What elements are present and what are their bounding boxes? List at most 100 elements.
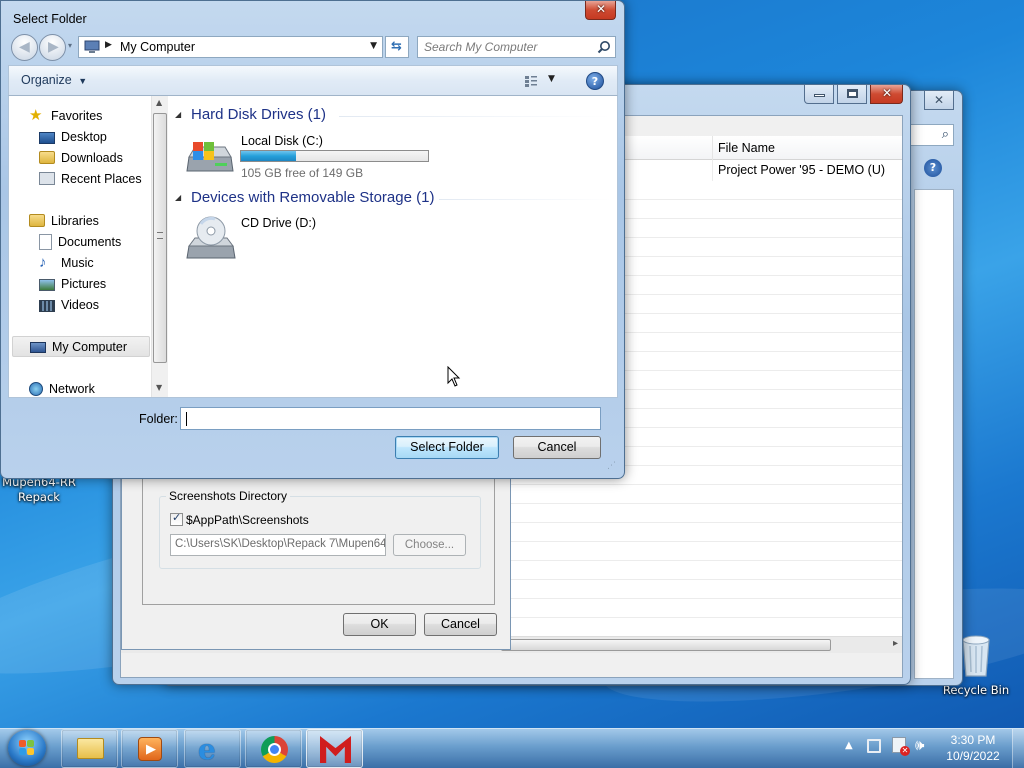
- help-icon[interactable]: ?: [586, 72, 604, 90]
- cancel-label: Cancel: [441, 617, 480, 631]
- group-header-hard-disks[interactable]: Hard Disk Drives (1): [191, 106, 326, 123]
- drive-usage-bar: [240, 150, 429, 162]
- cancel-button[interactable]: Cancel: [513, 436, 601, 459]
- nav-scrollbar[interactable]: ▲ ▼: [151, 96, 168, 397]
- content-pane[interactable]: ◢ Hard Disk Drives (1) Local Disk (C:) 1…: [169, 96, 618, 397]
- music-icon: ♪: [39, 253, 47, 271]
- nav-item-desktop[interactable]: Desktop: [39, 126, 107, 147]
- show-desktop-button[interactable]: [1012, 729, 1024, 768]
- collapse-icon[interactable]: ◢: [175, 193, 181, 202]
- change-view-button[interactable]: ▼: [523, 73, 559, 89]
- select-folder-label: Select Folder: [410, 440, 484, 454]
- grip-icon: [157, 232, 163, 239]
- select-folder-button[interactable]: Select Folder: [395, 436, 499, 459]
- search-box[interactable]: Search My Computer: [417, 36, 616, 58]
- background-content: [914, 189, 954, 679]
- close-button[interactable]: ✕: [585, 1, 616, 20]
- group-divider: [339, 116, 611, 117]
- scrollbar-thumb[interactable]: [501, 639, 831, 651]
- start-button[interactable]: [4, 729, 50, 767]
- drive-name: CD Drive (D:): [241, 216, 316, 230]
- help-icon[interactable]: ?: [924, 159, 942, 177]
- nav-item-recent-places[interactable]: Recent Places: [39, 168, 142, 189]
- refresh-icon: ⇆: [391, 39, 402, 54]
- desktop-icon-mupen[interactable]: Mupen64-RR Repack: [0, 475, 78, 505]
- breadcrumb-separator-icon[interactable]: ▶: [105, 40, 112, 50]
- select-folder-dialog[interactable]: Select Folder ✕ ◀ ▶ ▾ ▶ My Computer ▼ ⇆ …: [0, 0, 625, 479]
- scrollbar-thumb[interactable]: [153, 113, 167, 363]
- recent-pages-icon[interactable]: ▾: [68, 41, 72, 50]
- nav-item-libraries[interactable]: Libraries: [29, 210, 99, 231]
- downloads-icon: [39, 151, 55, 164]
- recycle-bin-icon: [962, 635, 990, 677]
- maximize-button[interactable]: [837, 85, 867, 104]
- group-header-removable[interactable]: Devices with Removable Storage (1): [191, 189, 434, 206]
- navigation-pane[interactable]: ★ Favorites Desktop Downloads Recent Pla…: [9, 96, 169, 397]
- media-player-icon: ▶: [138, 737, 162, 761]
- collapse-icon[interactable]: ◢: [175, 110, 181, 119]
- nav-label: Videos: [61, 297, 99, 312]
- taskbar-explorer-button[interactable]: [61, 729, 118, 768]
- nav-item-network[interactable]: Network: [29, 378, 95, 399]
- chevron-down-icon: ▼: [548, 74, 555, 84]
- address-dropdown-icon[interactable]: ▼: [370, 41, 377, 51]
- taskbar-media-player-button[interactable]: ▶: [121, 729, 178, 768]
- folder-input[interactable]: [180, 407, 601, 430]
- close-button[interactable]: ✕: [924, 91, 954, 110]
- minimize-icon: [814, 94, 825, 97]
- screenshots-checkbox-label[interactable]: $AppPath\Screenshots: [186, 513, 309, 527]
- nav-label: Documents: [58, 234, 122, 249]
- nav-item-downloads[interactable]: Downloads: [39, 147, 123, 168]
- scroll-up-icon[interactable]: ▲: [156, 98, 162, 107]
- nav-label: Libraries: [51, 213, 99, 228]
- drive-name: Local Disk (C:): [241, 134, 323, 148]
- scroll-down-icon[interactable]: ▼: [156, 383, 162, 392]
- taskbar-chrome-button[interactable]: [245, 729, 302, 768]
- hard-drive-icon: [186, 142, 234, 172]
- nav-item-pictures[interactable]: Pictures: [39, 273, 106, 294]
- back-button[interactable]: ◀: [11, 34, 38, 61]
- drive-free-space: 105 GB free of 149 GB: [241, 166, 364, 180]
- folder-icon: [77, 738, 104, 759]
- search-input[interactable]: Search My Computer: [424, 40, 537, 54]
- minimize-button[interactable]: [804, 85, 834, 104]
- choose-button[interactable]: Choose...: [393, 534, 466, 556]
- nav-label: Pictures: [61, 276, 107, 291]
- scroll-right-icon[interactable]: ▸: [893, 638, 898, 649]
- taskbar-mupen-button[interactable]: [306, 729, 363, 768]
- organize-button[interactable]: Organize ▼: [21, 73, 87, 89]
- nav-item-favorites[interactable]: ★ Favorites: [29, 105, 102, 126]
- screenshots-checkbox[interactable]: ✓: [170, 511, 183, 526]
- mouse-cursor-icon: [447, 366, 461, 387]
- close-button[interactable]: ✕: [870, 85, 903, 104]
- drive-item-local-disk[interactable]: Local Disk (C:) 105 GB free of 149 GB: [185, 131, 445, 181]
- refresh-button[interactable]: ⇆: [385, 36, 409, 58]
- column-header-file-name[interactable]: File Name: [718, 141, 775, 155]
- search-box[interactable]: ⌕: [904, 124, 954, 146]
- settings-dialog[interactable]: Screenshots Directory ✓ $AppPath\Screens…: [121, 470, 511, 650]
- cancel-button[interactable]: Cancel: [424, 613, 497, 636]
- screenshots-path-field[interactable]: C:\Users\SK\Desktop\Repack 7\Mupen64-R: [170, 534, 386, 556]
- drive-item-cd-drive[interactable]: CD Drive (D:): [185, 216, 385, 266]
- choose-label: Choose...: [404, 539, 455, 551]
- nav-label: My Computer: [52, 339, 128, 354]
- nav-item-videos[interactable]: Videos: [39, 294, 99, 315]
- ok-button[interactable]: OK: [343, 613, 416, 636]
- nav-label: Network: [49, 381, 95, 396]
- clock[interactable]: 3:30 PM 10/9/2022: [940, 732, 1006, 764]
- nav-label: Desktop: [61, 129, 107, 144]
- nav-item-my-computer[interactable]: My Computer: [12, 336, 150, 357]
- nav-item-music[interactable]: ♪ Music: [39, 252, 94, 273]
- forward-arrow-icon: ▶: [48, 39, 59, 55]
- desktop-icon: [39, 131, 55, 144]
- forward-button[interactable]: ▶: [39, 34, 66, 61]
- network-tray-icon[interactable]: [867, 739, 881, 753]
- taskbar-ie-button[interactable]: e: [184, 729, 241, 768]
- show-hidden-icons-icon[interactable]: ▲: [845, 740, 853, 751]
- path-value: C:\Users\SK\Desktop\Repack 7\Mupen64-R: [175, 538, 386, 550]
- nav-item-documents[interactable]: Documents: [39, 231, 121, 252]
- action-center-icon[interactable]: ✕: [892, 737, 910, 756]
- address-bar[interactable]: ▶ My Computer ▼: [78, 36, 383, 58]
- resize-grip-icon[interactable]: ⋰: [607, 461, 616, 471]
- volume-icon[interactable]: 🕪: [915, 736, 924, 754]
